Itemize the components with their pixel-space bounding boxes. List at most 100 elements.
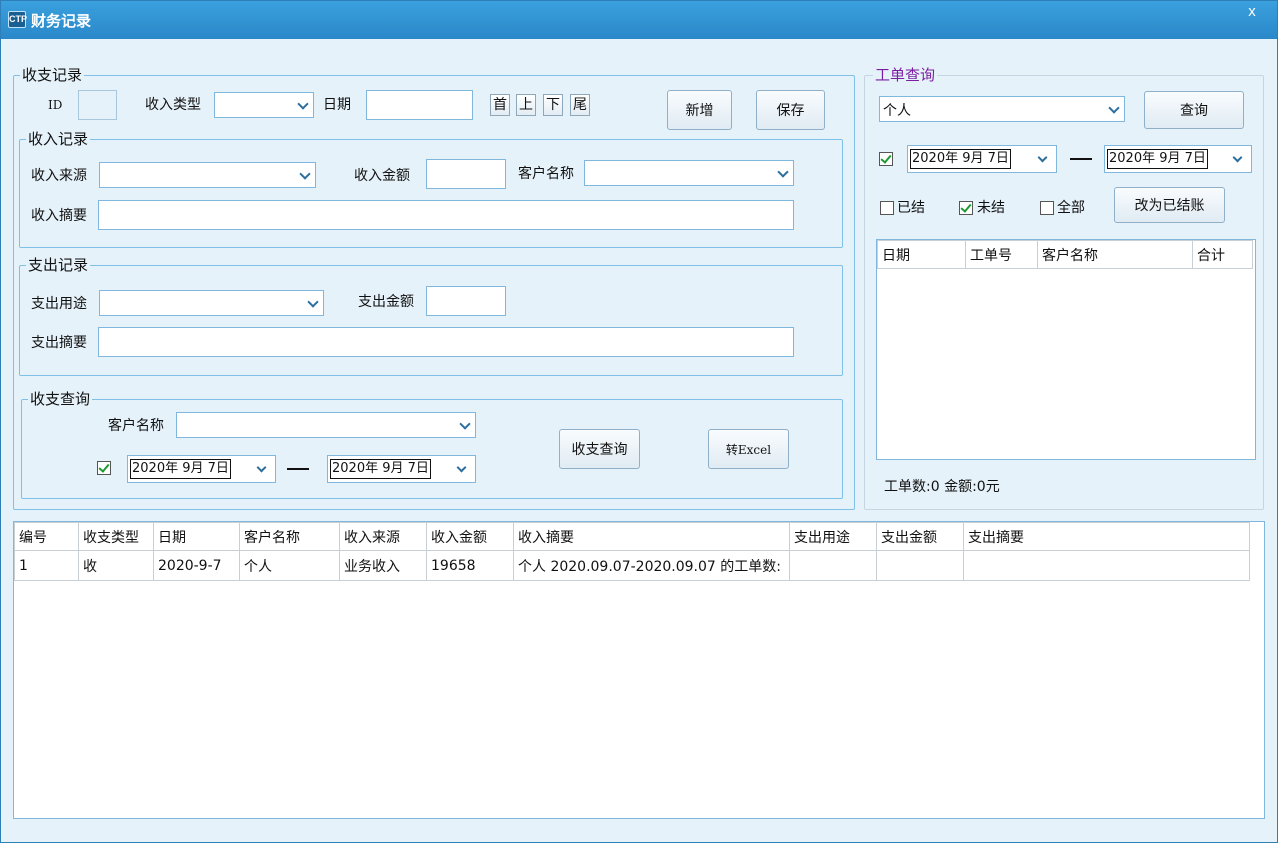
query-customer-label: 客户名称 bbox=[108, 418, 164, 434]
cell-expense-use[interactable] bbox=[789, 550, 877, 581]
date-label: 日期 bbox=[323, 97, 351, 113]
order-date-range-dash bbox=[1070, 158, 1092, 160]
col-expense-use[interactable]: 支出用途 bbox=[789, 522, 877, 551]
all-checkbox[interactable] bbox=[1040, 201, 1054, 215]
order-col-total[interactable]: 合计 bbox=[1192, 240, 1253, 269]
expense-group: 支出记录 bbox=[19, 255, 843, 376]
cell-type[interactable]: 收 bbox=[78, 550, 154, 581]
cell-income-amount[interactable]: 19658 bbox=[426, 550, 514, 581]
order-grid[interactable]: 日期 工单号 客户名称 合计 bbox=[876, 239, 1256, 460]
next-button[interactable]: 下 bbox=[543, 94, 563, 116]
col-no[interactable]: 编号 bbox=[14, 522, 79, 551]
col-income-amount[interactable]: 收入金额 bbox=[426, 522, 514, 551]
window-title: 财务记录 bbox=[31, 12, 92, 30]
order-type-value: 个人 bbox=[883, 103, 911, 119]
prev-button[interactable]: 上 bbox=[516, 94, 536, 116]
expense-use-select[interactable] bbox=[99, 290, 324, 316]
query-date-to-value: 2020年 9月 7日 bbox=[330, 459, 431, 479]
date-field[interactable] bbox=[366, 90, 473, 120]
col-income-summary[interactable]: 收入摘要 bbox=[513, 522, 790, 551]
customer-name-label: 客户名称 bbox=[518, 166, 574, 182]
query-date-from-value: 2020年 9月 7日 bbox=[130, 459, 231, 479]
expense-group-title: 支出记录 bbox=[26, 255, 91, 275]
chevron-down-icon bbox=[456, 462, 467, 473]
col-expense-summary[interactable]: 支出摘要 bbox=[963, 522, 1250, 551]
chevron-down-icon bbox=[459, 418, 471, 430]
expense-summary-field[interactable] bbox=[98, 327, 794, 357]
cell-no[interactable]: 1 bbox=[14, 550, 79, 581]
income-expense-query-button[interactable]: 收支查询 bbox=[559, 429, 640, 469]
cell-income-source[interactable]: 业务收入 bbox=[339, 550, 427, 581]
chevron-down-icon bbox=[307, 296, 319, 308]
cell-expense-amount[interactable] bbox=[876, 550, 964, 581]
last-button[interactable]: 尾 bbox=[570, 94, 590, 116]
finance-record-window: CTP 财务记录 x 收支记录 ID 收入类型 日期 首 上 下 尾 新增 保存… bbox=[0, 0, 1278, 843]
income-amount-field[interactable] bbox=[426, 159, 506, 189]
cell-customer[interactable]: 个人 bbox=[239, 550, 340, 581]
order-date-to[interactable]: 2020年 9月 7日 bbox=[1104, 145, 1252, 173]
customer-name-select[interactable] bbox=[584, 160, 794, 186]
order-date-to-value: 2020年 9月 7日 bbox=[1107, 149, 1208, 169]
query-customer-select[interactable] bbox=[176, 412, 476, 438]
expense-amount-field[interactable] bbox=[426, 286, 506, 316]
income-group-title: 收入记录 bbox=[26, 129, 91, 149]
col-customer[interactable]: 客户名称 bbox=[239, 522, 340, 551]
query-date-from[interactable]: 2020年 9月 7日 bbox=[127, 455, 276, 483]
income-source-select[interactable] bbox=[99, 162, 316, 188]
chevron-down-icon bbox=[1037, 152, 1048, 163]
income-group: 收入记录 bbox=[19, 129, 843, 248]
order-summary: 工单数:0 金额:0元 bbox=[884, 479, 1000, 495]
order-type-select[interactable]: 个人 bbox=[879, 96, 1125, 122]
unsettled-label: 未结 bbox=[977, 200, 1005, 216]
order-date-from[interactable]: 2020年 9月 7日 bbox=[907, 145, 1057, 173]
unsettled-checkbox[interactable] bbox=[959, 201, 973, 215]
col-date[interactable]: 日期 bbox=[153, 522, 240, 551]
cell-income-summary[interactable]: 个人 2020.09.07-2020.09.07 的工单数: bbox=[513, 550, 790, 581]
order-col-customer[interactable]: 客户名称 bbox=[1037, 240, 1193, 269]
records-grid[interactable]: 编号 收支类型 日期 客户名称 收入来源 收入金额 收入摘要 支出用途 支出金额… bbox=[13, 521, 1265, 819]
table-row[interactable]: 1 收 2020-9-7 个人 业务收入 19658 个人 2020.09.07… bbox=[14, 550, 1250, 581]
chevron-down-icon bbox=[297, 98, 309, 110]
id-label: ID bbox=[48, 98, 63, 112]
title-bar[interactable]: CTP 财务记录 x bbox=[1, 1, 1277, 39]
records-table: 编号 收支类型 日期 客户名称 收入来源 收入金额 收入摘要 支出用途 支出金额… bbox=[14, 522, 1250, 581]
expense-amount-label: 支出金额 bbox=[358, 294, 414, 310]
order-table: 日期 工单号 客户名称 合计 bbox=[877, 240, 1253, 269]
chevron-down-icon bbox=[299, 168, 311, 180]
expense-use-label: 支出用途 bbox=[31, 296, 87, 312]
query-date-to[interactable]: 2020年 9月 7日 bbox=[327, 455, 476, 483]
mark-settled-button[interactable]: 改为已结账 bbox=[1114, 187, 1225, 223]
settled-label: 已结 bbox=[897, 200, 925, 216]
query-date-checkbox[interactable] bbox=[97, 461, 111, 475]
chevron-down-icon bbox=[1108, 102, 1120, 114]
income-type-label: 收入类型 bbox=[145, 97, 201, 113]
col-type[interactable]: 收支类型 bbox=[78, 522, 154, 551]
close-button[interactable]: x bbox=[1235, 3, 1269, 23]
order-table-header: 日期 工单号 客户名称 合计 bbox=[877, 240, 1253, 269]
chevron-down-icon bbox=[1232, 152, 1243, 163]
record-group-title: 收支记录 bbox=[20, 65, 85, 85]
order-date-checkbox[interactable] bbox=[879, 152, 893, 166]
chevron-down-icon bbox=[777, 166, 789, 178]
cell-expense-summary[interactable] bbox=[963, 550, 1250, 581]
all-label: 全部 bbox=[1057, 200, 1085, 216]
income-type-select[interactable] bbox=[214, 92, 314, 118]
col-expense-amount[interactable]: 支出金额 bbox=[876, 522, 964, 551]
income-summary-field[interactable] bbox=[98, 200, 794, 230]
col-income-source[interactable]: 收入来源 bbox=[339, 522, 427, 551]
income-source-label: 收入来源 bbox=[31, 168, 87, 184]
add-button[interactable]: 新增 bbox=[667, 90, 732, 130]
app-icon: CTP bbox=[8, 11, 27, 28]
chevron-down-icon bbox=[256, 462, 267, 473]
records-table-header: 编号 收支类型 日期 客户名称 收入来源 收入金额 收入摘要 支出用途 支出金额… bbox=[14, 522, 1250, 551]
order-col-date[interactable]: 日期 bbox=[877, 240, 966, 269]
date-range-dash bbox=[287, 468, 309, 470]
cell-date[interactable]: 2020-9-7 bbox=[153, 550, 240, 581]
settled-checkbox[interactable] bbox=[880, 201, 894, 215]
export-excel-button[interactable]: 转Excel bbox=[708, 429, 789, 469]
order-query-button[interactable]: 查询 bbox=[1144, 91, 1244, 129]
save-button[interactable]: 保存 bbox=[756, 90, 825, 130]
order-col-order-no[interactable]: 工单号 bbox=[965, 240, 1038, 269]
first-button[interactable]: 首 bbox=[490, 94, 510, 116]
order-date-from-value: 2020年 9月 7日 bbox=[910, 149, 1011, 169]
